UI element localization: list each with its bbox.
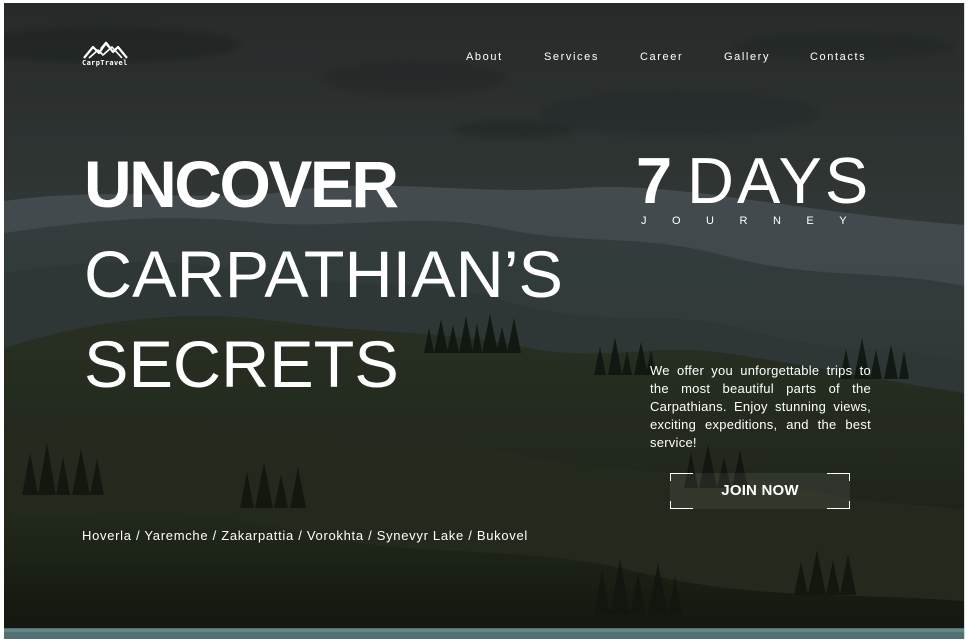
tour-duration-block: 7 DAYS JOURNEY xyxy=(636,148,886,232)
brand-name: CarpTravel xyxy=(82,59,128,67)
brand-logo-link[interactable]: CarpTravel xyxy=(82,40,130,72)
browser-page-frame: CarpTravel About Services Career Gallery… xyxy=(0,0,968,642)
mountain-logo-icon xyxy=(83,41,128,59)
tour-duration-number: 7 xyxy=(636,144,672,217)
tour-caption: JOURNEY xyxy=(641,215,873,227)
hero-section: CarpTravel About Services Career Gallery… xyxy=(4,3,965,639)
site-header: CarpTravel About Services Career Gallery… xyxy=(82,40,882,80)
headline-secrets: SECRETS xyxy=(84,327,399,401)
join-now-button[interactable]: JOIN NOW xyxy=(670,473,850,509)
headline-uncover: UNCOVER xyxy=(84,147,399,221)
nav-link-about[interactable]: About xyxy=(466,50,544,64)
nav-link-contacts[interactable]: Contacts xyxy=(810,50,880,64)
hero-headline: UNCOVER CARPATHIAN’S SECRETS xyxy=(84,151,584,421)
tour-duration-unit: DAYS xyxy=(687,144,872,217)
nav-link-career[interactable]: Career xyxy=(640,50,724,64)
hero-description: We offer you unforgettable trips to the … xyxy=(650,363,871,450)
destination-list: Hoverla / Yaremche / Zakarpattia / Vorok… xyxy=(82,528,528,543)
main-navigation: About Services Career Gallery Contacts xyxy=(466,50,880,64)
headline-carpathians: CARPATHIAN’S xyxy=(84,237,564,311)
join-now-label: JOIN NOW xyxy=(721,482,799,499)
nav-link-services[interactable]: Services xyxy=(544,50,640,64)
nav-link-gallery[interactable]: Gallery xyxy=(724,50,810,64)
